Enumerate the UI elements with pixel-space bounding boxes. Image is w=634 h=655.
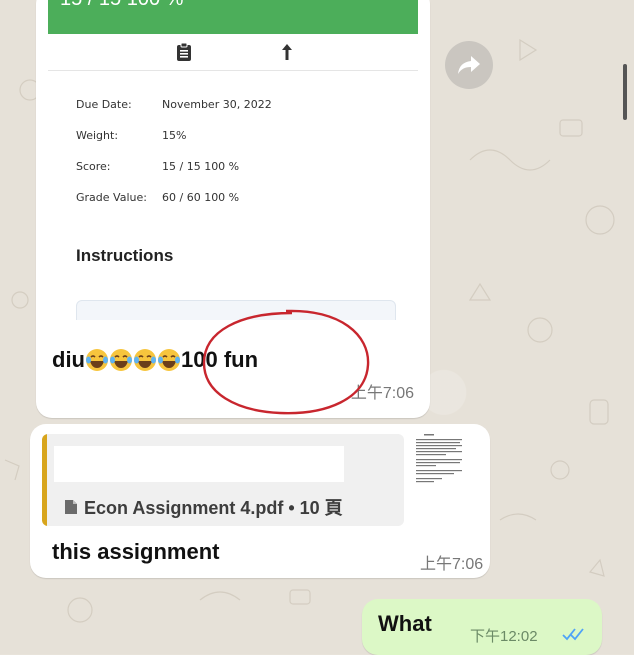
document-preview-strip: [54, 446, 344, 482]
incoming-message-screenshot[interactable]: 15 / 15 100 % Due Date: November 30, 202…: [36, 0, 430, 418]
detail-label: Due Date:: [76, 98, 132, 111]
forward-arrow-icon: [458, 56, 480, 74]
message-timestamp: 上午7:06: [420, 556, 484, 573]
incoming-message-document[interactable]: Econ Assignment 4.pdf • 10 頁 this assign…: [30, 424, 490, 578]
detail-value: November 30, 2022: [162, 98, 272, 111]
laughing-tears-emoji-icon: [86, 349, 108, 371]
laughing-tears-emoji-icon: [158, 349, 180, 371]
detail-value: 60 / 60 100 %: [162, 191, 240, 204]
score-banner: 15 / 15 100 %: [48, 0, 418, 34]
detail-label: Weight:: [76, 129, 119, 142]
chat-scrollbar[interactable]: [623, 64, 627, 120]
message-text: this assignment: [52, 539, 220, 564]
detail-label: Score:: [76, 160, 111, 173]
screenshot-toolbar: [48, 34, 418, 71]
document-attachment[interactable]: Econ Assignment 4.pdf • 10 頁: [42, 434, 404, 526]
read-receipt-ticks-icon: [562, 628, 584, 641]
caption-prefix: diu: [52, 347, 85, 372]
message-text: What: [378, 611, 432, 636]
instructions-box: [76, 300, 396, 320]
laughing-tears-emoji-icon: [134, 349, 156, 371]
score-banner-text: 15 / 15 100 %: [60, 0, 418, 9]
message-timestamp: 下午12:02: [470, 628, 538, 645]
clipboard-icon: [177, 42, 191, 61]
instructions-heading: Instructions: [76, 246, 174, 265]
document-accent-bar: [42, 434, 47, 526]
detail-value: 15 / 15 100 %: [162, 160, 240, 173]
detail-label: Grade Value:: [76, 191, 147, 204]
document-title-text: Econ Assignment 4.pdf • 10 頁: [84, 498, 343, 518]
document-title[interactable]: Econ Assignment 4.pdf • 10 頁: [64, 494, 343, 520]
document-thumbnail[interactable]: [410, 430, 470, 508]
caption-suffix: 100 fun: [181, 347, 259, 372]
shared-screenshot-image[interactable]: 15 / 15 100 % Due Date: November 30, 202…: [48, 0, 418, 320]
message-timestamp: 上午7:06: [350, 385, 414, 402]
detail-value: 15%: [162, 129, 187, 142]
file-icon: [65, 500, 77, 514]
message-caption: diu 100 fun: [52, 347, 258, 373]
forward-button[interactable]: [445, 41, 493, 89]
outgoing-message[interactable]: What 下午12:02: [362, 599, 602, 655]
laughing-tears-emoji-icon: [110, 349, 132, 371]
up-arrow-icon: [282, 44, 292, 60]
